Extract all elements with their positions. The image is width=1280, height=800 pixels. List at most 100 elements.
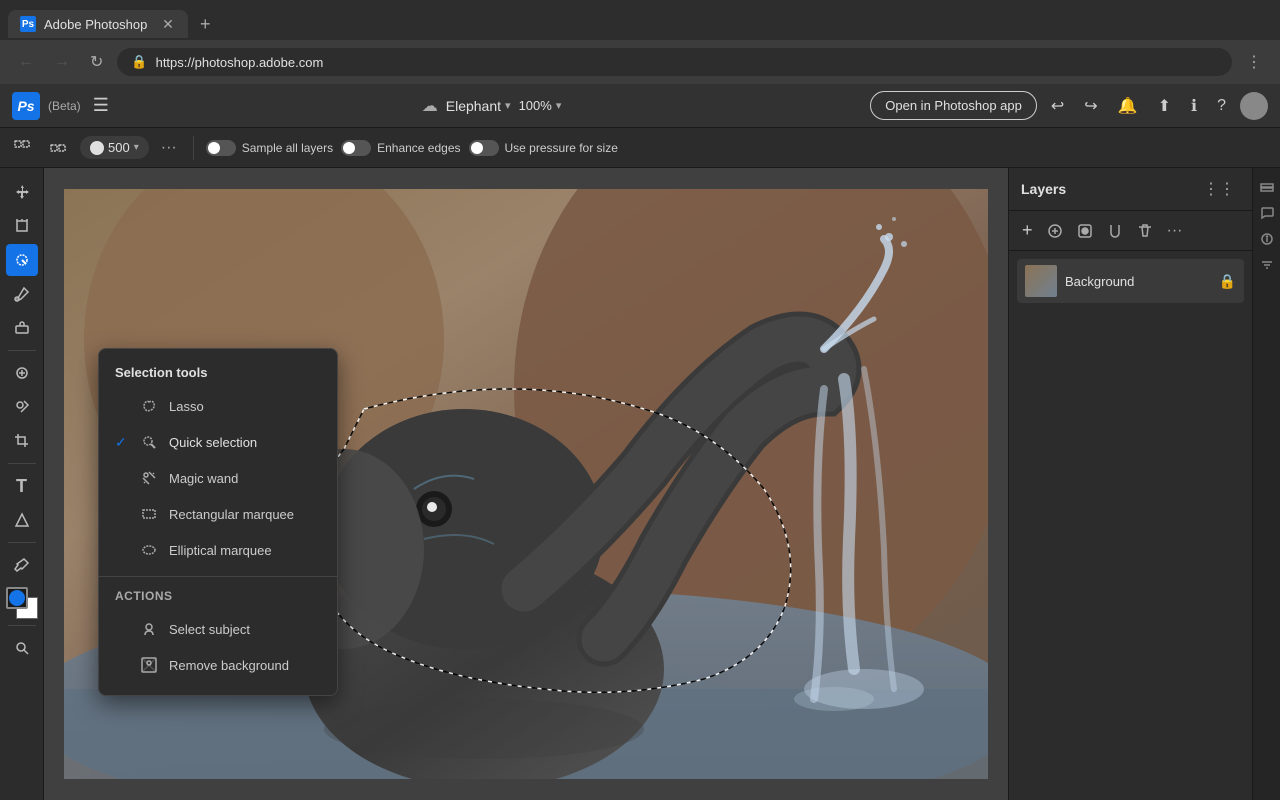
heal-tool-button[interactable]: [6, 357, 38, 389]
select-subject-label: Select subject: [169, 622, 250, 637]
workspace: T: [0, 168, 1280, 800]
ps-logo: Ps: [12, 92, 40, 120]
file-name[interactable]: Elephant ▾: [446, 98, 511, 114]
redo-button[interactable]: ↪: [1078, 92, 1103, 120]
selection-tool-button[interactable]: [6, 244, 38, 276]
quick-selection-label: Quick selection: [169, 435, 257, 450]
new-tab-button[interactable]: +: [192, 10, 219, 39]
tab-favicon: Ps: [20, 16, 36, 32]
back-button[interactable]: ←: [12, 49, 40, 75]
clone-tool-button[interactable]: [6, 391, 38, 423]
crop-tool-button[interactable]: [6, 425, 38, 457]
popup-item-rectangular-marquee[interactable]: Rectangular marquee: [99, 496, 337, 532]
selection-tools-popup: Selection tools Lasso ✓: [98, 348, 338, 696]
eraser-tool-button[interactable]: [6, 312, 38, 344]
open-in-photoshop-button[interactable]: Open in Photoshop app: [870, 91, 1037, 120]
more-options-button[interactable]: ···: [157, 135, 181, 161]
remove-bg-icon: [139, 655, 159, 675]
brush-tool-button[interactable]: [6, 278, 38, 310]
text-tool-button[interactable]: T: [6, 470, 38, 502]
tab-close-button[interactable]: ✕: [160, 16, 176, 32]
enhance-edges-toggle-group: Enhance edges: [341, 140, 460, 156]
artboard-tool-button[interactable]: [6, 210, 38, 242]
use-pressure-toggle[interactable]: [469, 140, 499, 156]
address-text: https://photoshop.adobe.com: [156, 55, 324, 70]
layer-item-background[interactable]: Background 🔒: [1017, 259, 1244, 303]
popup-item-elliptical-marquee[interactable]: Elliptical marquee: [99, 532, 337, 568]
tool-divider-4: [8, 625, 36, 626]
quick-selection-check: ✓: [115, 434, 129, 451]
popup-section-title-actions: Actions: [99, 585, 337, 611]
delete-layer-button[interactable]: [1132, 220, 1158, 242]
info-button[interactable]: ℹ: [1185, 92, 1203, 120]
layer-clip-button[interactable]: [1102, 220, 1128, 242]
comments-icon-button[interactable]: [1256, 202, 1278, 224]
canvas-area[interactable]: Selection tools Lasso ✓: [44, 168, 1008, 800]
zoom-tool-button[interactable]: [6, 632, 38, 664]
magic-wand-icon: [139, 468, 159, 488]
enhance-edges-toggle[interactable]: [341, 140, 371, 156]
rect-marquee-icon: [139, 504, 159, 524]
browser-menu-button[interactable]: ⋮: [1240, 48, 1268, 76]
shape-tool-button[interactable]: [6, 504, 38, 536]
hamburger-menu-button[interactable]: ☰: [89, 91, 113, 120]
layer-thumbnail: [1025, 265, 1057, 297]
ellip-marquee-icon: [139, 540, 159, 560]
address-bar[interactable]: 🔒 https://photoshop.adobe.com: [117, 48, 1232, 76]
add-layer-button[interactable]: +: [1017, 217, 1038, 244]
layers-panel: Layers ⋮⋮ +: [1008, 168, 1252, 800]
tab-title: Adobe Photoshop: [44, 17, 147, 32]
notifications-button[interactable]: 🔔: [1112, 92, 1144, 120]
foreground-color-swatch[interactable]: [6, 587, 28, 609]
color-swatches[interactable]: [6, 587, 38, 619]
layer-fx-button[interactable]: [1042, 220, 1068, 242]
nav-bar: ← → ↻ 🔒 https://photoshop.adobe.com ⋮: [0, 40, 1280, 84]
info-icon-button[interactable]: [1256, 228, 1278, 250]
left-sidebar: T: [0, 168, 44, 800]
tab-bar: Ps Adobe Photoshop ✕ +: [0, 0, 1280, 40]
forward-button[interactable]: →: [48, 49, 76, 75]
beta-label: (Beta): [48, 99, 81, 113]
brush-size-control[interactable]: 500 ▾: [80, 136, 149, 159]
lasso-label: Lasso: [169, 399, 204, 414]
brush-size-value: 500: [108, 140, 130, 155]
reload-button[interactable]: ↻: [84, 48, 109, 76]
layer-mask-button[interactable]: [1072, 220, 1098, 242]
secondary-toolbar: 500 ▾ ··· Sample all layers Enhance edge…: [0, 128, 1280, 168]
undo-button[interactable]: ↩: [1045, 92, 1070, 120]
eyedropper-tool-button[interactable]: [6, 549, 38, 581]
popup-item-quick-selection[interactable]: ✓ Quick selection: [99, 424, 337, 460]
active-tab[interactable]: Ps Adobe Photoshop ✕: [8, 10, 188, 38]
help-button[interactable]: ?: [1211, 93, 1232, 119]
sample-all-layers-toggle[interactable]: [206, 140, 236, 156]
popup-item-remove-background[interactable]: Remove background: [99, 647, 337, 683]
share-button[interactable]: ⬆: [1152, 92, 1177, 120]
popup-item-magic-wand[interactable]: Magic wand: [99, 460, 337, 496]
move-tool-button[interactable]: [6, 176, 38, 208]
panel-tools: +: [1009, 211, 1252, 251]
tool-divider-3: [8, 542, 36, 543]
app-toolbar: Ps (Beta) ☰ ☁ Elephant ▾ 100% ▾ Open in …: [0, 84, 1280, 128]
use-pressure-label: Use pressure for size: [505, 141, 618, 155]
popup-item-select-subject[interactable]: Select subject: [99, 611, 337, 647]
select-subject-icon: [139, 619, 159, 639]
brush-preview: [90, 141, 104, 155]
panel-header: Layers ⋮⋮: [1009, 168, 1252, 211]
tool-divider-1: [8, 350, 36, 351]
foreground-color-inner: [9, 590, 25, 606]
layer-thumb-inner: [1025, 265, 1057, 297]
layer-lock-icon[interactable]: 🔒: [1219, 273, 1236, 290]
selection-add-button[interactable]: [8, 136, 36, 160]
popup-item-lasso[interactable]: Lasso: [99, 388, 337, 424]
user-avatar[interactable]: [1240, 92, 1268, 120]
lasso-icon: [139, 396, 159, 416]
layers-icon-button[interactable]: [1256, 176, 1278, 198]
layers-panel-title: Layers: [1021, 181, 1190, 197]
more-layers-button[interactable]: ···: [1162, 219, 1188, 243]
adjust-icon-button[interactable]: [1256, 254, 1278, 276]
magic-wand-label: Magic wand: [169, 471, 238, 486]
zoom-control[interactable]: 100% ▾: [519, 98, 562, 113]
selection-subtract-button[interactable]: [44, 136, 72, 160]
toolbar-divider: [193, 136, 194, 160]
panel-options-button[interactable]: ⋮⋮: [1198, 176, 1240, 202]
